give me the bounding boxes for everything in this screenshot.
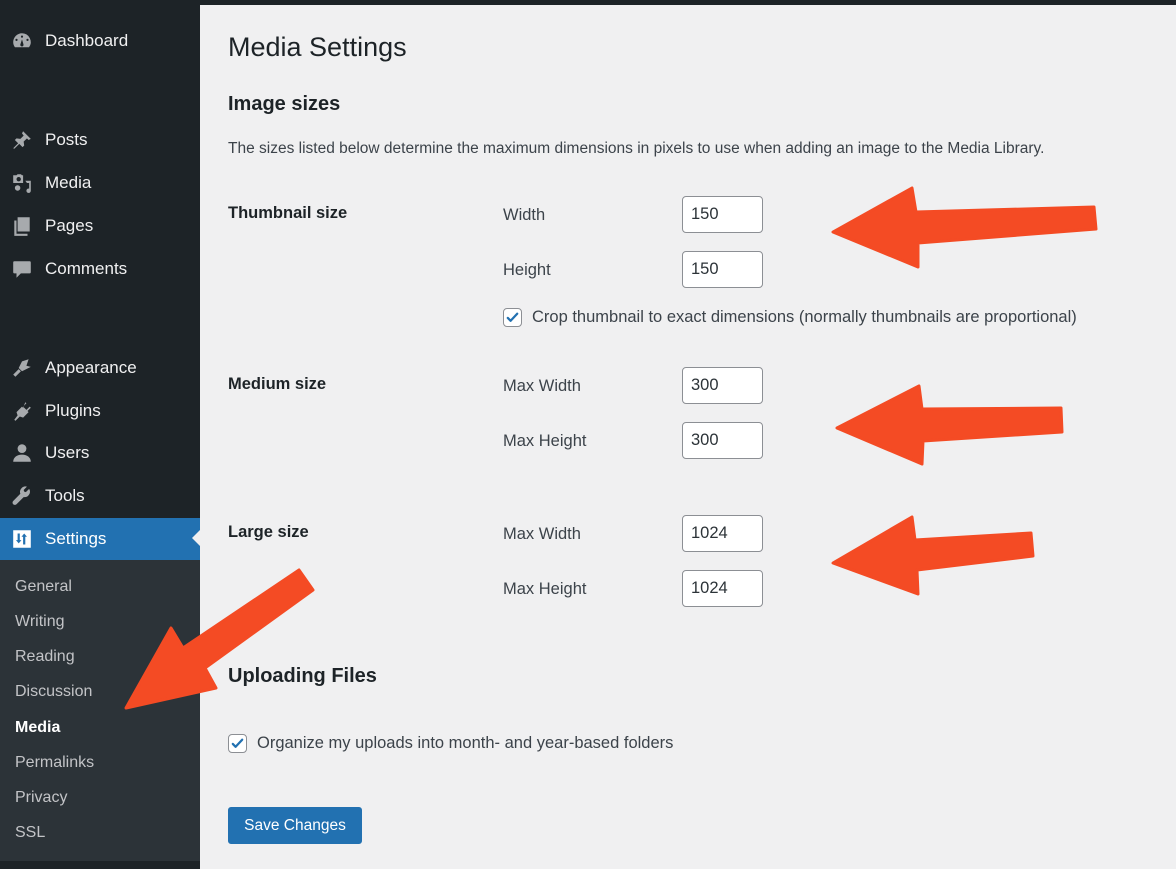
submenu-item-discussion[interactable]: Discussion [15, 683, 92, 701]
submenu-item-writing[interactable]: Writing [15, 613, 65, 631]
sidebar-item-dashboard[interactable]: Dashboard [0, 21, 200, 61]
sidebar-item-label: Users [45, 443, 90, 462]
image-sizes-heading: Image sizes [228, 93, 341, 115]
medium-height-input[interactable] [682, 422, 763, 459]
wrench-icon [10, 484, 34, 508]
large-height-label: Max Height [503, 580, 587, 598]
sidebar-item-users[interactable]: Users [0, 433, 200, 473]
crop-thumbnail-label: Crop thumbnail to exact dimensions (norm… [532, 308, 1077, 326]
user-icon [10, 441, 34, 465]
large-width-label: Max Width [503, 525, 581, 543]
sidebar-item-label: Media [45, 173, 92, 192]
sidebar-item-media[interactable]: Media [0, 163, 200, 203]
pages-icon [10, 214, 34, 238]
checkmark-icon [506, 312, 519, 322]
crop-thumbnail-checkbox[interactable] [503, 308, 522, 327]
sidebar-item-label: Appearance [45, 358, 137, 377]
organize-uploads-checkbox[interactable] [228, 734, 247, 753]
crop-thumbnail-option: Crop thumbnail to exact dimensions (norm… [503, 308, 1077, 327]
organize-uploads-option: Organize my uploads into month- and year… [228, 734, 673, 753]
medium-height-label: Max Height [503, 432, 587, 450]
annotation-arrow-thumbnail [831, 186, 1098, 269]
sidebar-item-tools[interactable]: Tools [0, 476, 200, 516]
plugin-icon [10, 399, 34, 423]
submenu-item-permalinks[interactable]: Permalinks [15, 754, 94, 772]
sidebar-item-label: Dashboard [45, 31, 129, 50]
admin-sidebar: Dashboard Posts Media Pages Comments App… [0, 0, 200, 869]
thumbnail-width-input[interactable] [682, 196, 763, 233]
thumbnail-width-label: Width [503, 206, 546, 224]
medium-width-input[interactable] [682, 367, 763, 404]
checkmark-icon [231, 738, 244, 748]
submenu-item-privacy[interactable]: Privacy [15, 789, 67, 807]
sidebar-item-settings[interactable]: Settings [0, 518, 200, 560]
large-height-input[interactable] [682, 570, 763, 607]
thumbnail-size-label: Thumbnail size [228, 204, 348, 222]
image-sizes-description: The sizes listed below determine the max… [228, 140, 1045, 157]
submenu-item-general[interactable]: General [15, 578, 72, 596]
sidebar-item-label: Plugins [45, 401, 101, 420]
media-icon [10, 171, 34, 195]
annotation-arrow-medium [835, 384, 1064, 466]
comment-icon [10, 257, 34, 281]
organize-uploads-label: Organize my uploads into month- and year… [257, 734, 674, 752]
sidebar-item-plugins[interactable]: Plugins [0, 391, 200, 431]
submenu-item-ssl[interactable]: SSL [15, 824, 45, 842]
sidebar-item-posts[interactable]: Posts [0, 120, 200, 160]
sidebar-item-label: Tools [45, 486, 85, 505]
dashboard-icon [10, 29, 34, 53]
save-changes-button[interactable]: Save Changes [228, 807, 362, 844]
paintbrush-icon [10, 356, 34, 380]
annotation-arrow-large [831, 515, 1035, 596]
settings-submenu: General Writing Reading Discussion Media… [0, 560, 200, 861]
uploading-files-heading: Uploading Files [228, 665, 377, 687]
thumbnail-height-label: Height [503, 261, 551, 279]
sidebar-item-appearance[interactable]: Appearance [0, 348, 200, 388]
sidebar-item-label: Comments [45, 259, 128, 278]
submenu-item-media[interactable]: Media [15, 719, 60, 737]
large-size-label: Large size [228, 523, 309, 541]
sidebar-item-comments[interactable]: Comments [0, 249, 200, 289]
medium-width-label: Max Width [503, 377, 581, 395]
pin-icon [10, 128, 34, 152]
large-width-input[interactable] [682, 515, 763, 552]
settings-icon [10, 527, 34, 551]
sidebar-item-label: Posts [45, 130, 88, 149]
sidebar-item-label: Pages [45, 216, 94, 235]
admin-bar-edge [200, 0, 1176, 5]
thumbnail-height-input[interactable] [682, 251, 763, 288]
sidebar-item-label: Settings [45, 529, 107, 548]
medium-size-label: Medium size [228, 375, 327, 393]
sidebar-item-pages[interactable]: Pages [0, 206, 200, 246]
submenu-item-reading[interactable]: Reading [15, 648, 75, 666]
page-title: Media Settings [228, 32, 407, 62]
